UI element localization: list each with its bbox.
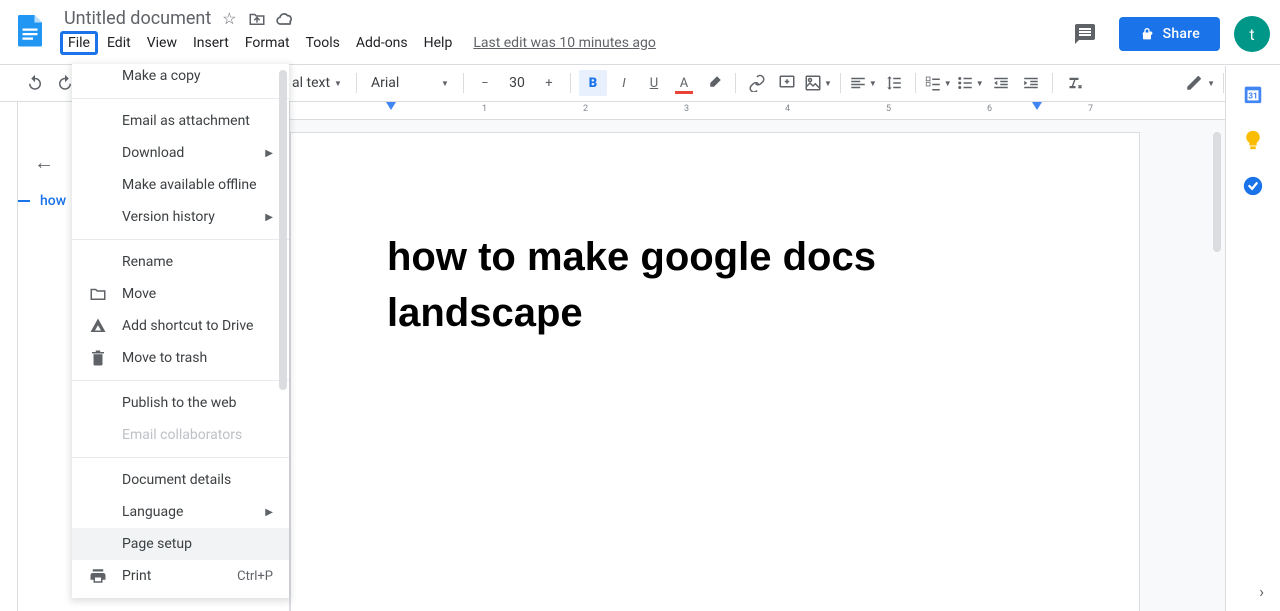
cloud-status-icon[interactable] [275,9,295,29]
paragraph-style-dropdown[interactable]: al text▼ [286,75,348,91]
insert-link-button[interactable] [744,70,770,96]
menu-tools[interactable]: Tools [299,31,347,55]
menu-view[interactable]: View [140,31,184,55]
vertical-ruler [0,102,18,611]
menu-item-email-collaborators: Email collaborators [72,419,289,451]
keep-app-icon[interactable] [1241,128,1265,152]
comments-button[interactable] [1065,14,1105,54]
font-size-increase[interactable]: + [536,70,562,96]
menu-item-make-copy[interactable]: Make a copy [72,64,289,92]
line-spacing-button[interactable] [881,70,907,96]
menu-edit[interactable]: Edit [100,31,138,55]
menu-item-download[interactable]: Download▶ [72,137,289,169]
font-family-dropdown[interactable]: Arial▼ [365,75,455,91]
svg-text:31: 31 [1248,92,1257,102]
checklist-button[interactable]: ▼ [924,70,952,96]
menu-format[interactable]: Format [238,31,297,55]
menu-scrollbar[interactable] [277,70,287,592]
add-comment-button[interactable] [774,70,800,96]
side-panel-toggle[interactable]: › [1259,582,1264,601]
menu-item-trash[interactable]: Move to trash [72,342,289,374]
move-folder-icon[interactable] [247,9,267,29]
menu-item-print[interactable]: PrintCtrl+P [72,560,289,592]
account-avatar[interactable]: t [1234,16,1270,52]
clear-formatting-button[interactable] [1061,70,1087,96]
menu-item-email-attachment[interactable]: Email as attachment [72,105,289,137]
submenu-arrow-icon: ▶ [265,212,273,223]
menu-file[interactable]: File [60,31,98,55]
share-button[interactable]: Share [1119,17,1220,51]
undo-button[interactable] [22,70,48,96]
menu-item-offline[interactable]: Make available offline [72,169,289,201]
menu-addons[interactable]: Add-ons [349,31,415,55]
underline-button[interactable]: U [641,70,667,96]
horizontal-ruler[interactable]: 1 2 3 4 5 6 7 [290,102,1225,120]
folder-move-icon [88,284,108,304]
menu-item-rename[interactable]: Rename [72,246,289,278]
menu-help[interactable]: Help [417,31,460,55]
star-icon[interactable]: ☆ [219,9,239,29]
outline-marker [16,200,30,202]
calendar-app-icon[interactable]: 31 [1241,82,1265,106]
font-size-input[interactable]: 30 [502,75,532,91]
menu-item-page-setup[interactable]: Page setup [72,528,289,560]
highlight-button[interactable] [701,70,727,96]
tasks-app-icon[interactable] [1241,174,1265,198]
print-icon [88,566,108,586]
document-page[interactable]: how to make google docs landscape [290,132,1140,611]
bold-button[interactable]: B [579,70,607,96]
last-edit-link[interactable]: Last edit was 10 minutes ago [473,35,656,51]
increase-indent-button[interactable] [1018,70,1044,96]
menu-item-version-history[interactable]: Version history▶ [72,201,289,233]
side-panel: 31 › [1225,66,1280,611]
italic-button[interactable]: I [611,70,637,96]
font-size-decrease[interactable]: − [472,70,498,96]
menu-item-document-details[interactable]: Document details [72,464,289,496]
menu-item-add-shortcut[interactable]: Add shortcut to Drive [72,310,289,342]
menu-item-language[interactable]: Language▶ [72,496,289,528]
document-body-text[interactable]: how to make google docs landscape [387,229,1043,341]
decrease-indent-button[interactable] [988,70,1014,96]
editing-mode-button[interactable]: ▼ [1185,70,1215,96]
insert-image-button[interactable]: ▼ [804,70,832,96]
menu-item-move[interactable]: Move [72,278,289,310]
file-menu-dropdown: Make a copy Email as attachment Download… [72,64,289,598]
submenu-arrow-icon: ▶ [265,148,273,159]
trash-icon [88,348,108,368]
bulleted-list-button[interactable]: ▼ [956,70,984,96]
left-indent-marker[interactable] [386,102,396,110]
vertical-scrollbar[interactable] [1211,132,1221,601]
right-indent-marker[interactable] [1032,102,1042,110]
document-title[interactable]: Untitled document [64,8,211,29]
submenu-arrow-icon: ▶ [265,507,273,518]
menu-insert[interactable]: Insert [186,31,236,55]
menu-item-publish[interactable]: Publish to the web [72,387,289,419]
align-button[interactable]: ▼ [849,70,877,96]
text-color-button[interactable]: A [671,70,697,96]
share-label: Share [1163,26,1200,42]
drive-shortcut-icon [88,316,108,336]
docs-logo[interactable] [10,10,50,50]
